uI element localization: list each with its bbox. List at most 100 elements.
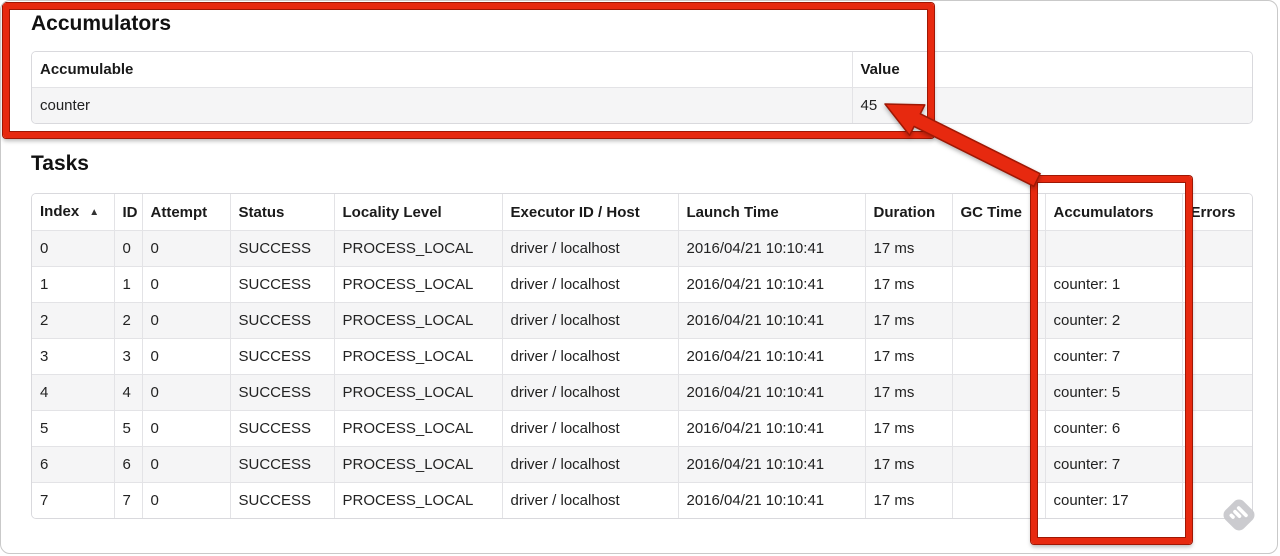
table-cell: counter: 17 [1044,482,1182,518]
column-header-locality-level[interactable]: Locality Level [333,194,502,231]
table-cell: PROCESS_LOCAL [333,374,502,411]
table-cell: SUCCESS [229,446,334,483]
column-header-status[interactable]: Status [229,194,334,231]
table-cell: 2 [113,302,142,339]
table-cell [951,374,1045,411]
column-header-errors[interactable]: Errors [1181,194,1252,231]
table-cell [1181,446,1252,483]
column-header-label: Accumulators [1053,203,1154,221]
table-cell: 4 [113,374,142,411]
table-row: 7 7 0 SUCCESS PROCESS_LOCAL driver / localhos… [32,482,1252,518]
table-cell: 6 [32,446,114,483]
table-cell: driver / localhost [501,410,678,447]
column-header-attempt[interactable]: Attempt [141,194,230,231]
table-cell: 17 ms [864,446,952,483]
column-header-accumulators[interactable]: Accumulators [1044,194,1182,231]
column-header-label: Status [238,203,285,221]
table-cell: SUCCESS [229,482,334,518]
table-cell: 1 [32,266,114,303]
table-cell: 7 [32,482,114,518]
table-cell [951,410,1045,447]
column-header-index[interactable]: Index ▲ [32,194,114,231]
table-cell: 5 [113,410,142,447]
table-cell: SUCCESS [229,338,334,375]
tasks-section-heading: Tasks [31,152,89,175]
table-cell: SUCCESS [229,410,334,447]
table-cell: counter: 2 [1044,302,1182,339]
accumulators-header-row: Accumulable Value [32,52,1252,88]
table-cell: counter: 7 [1044,338,1182,375]
table-cell [951,338,1045,375]
table-cell: counter: 7 [1044,446,1182,483]
table-cell: 3 [113,338,142,375]
table-cell: SUCCESS [229,230,334,267]
table-cell: PROCESS_LOCAL [333,410,502,447]
table-cell: 17 ms [864,230,952,267]
column-header-executor-id-host[interactable]: Executor ID / Host [501,194,678,231]
spark-ui-stage-page: Accumulators Accumulable Value counter 45 … [0,0,1278,554]
table-cell: driver / localhost [501,338,678,375]
table-cell [951,266,1045,303]
table-cell: driver / localhost [501,302,678,339]
table-cell: counter [32,87,852,123]
table-row: 6 6 0 SUCCESS PROCESS_LOCAL driver / localhos… [32,446,1252,483]
table-cell: 0 [141,302,230,339]
table-cell: 45 [851,87,1252,123]
table-cell: 0 [141,230,230,267]
table-cell [951,230,1045,267]
table-cell: 2016/04/21 10:10:41 [677,446,865,483]
table-cell: 0 [32,230,114,267]
column-header-duration[interactable]: Duration [864,194,952,231]
table-cell [1181,302,1252,339]
column-header-label: Duration [873,203,936,221]
column-header-gc-time[interactable]: GC Time [951,194,1045,231]
column-header-label: Attempt [150,203,208,221]
table-cell: 17 ms [864,338,952,375]
table-cell: 2016/04/21 10:10:41 [677,230,865,267]
table-cell: 0 [141,410,230,447]
table-cell: 7 [113,482,142,518]
column-header-label: Index [40,203,80,220]
column-header-launch-time[interactable]: Launch Time [677,194,865,231]
table-cell: 2016/04/21 10:10:41 [677,410,865,447]
column-header-label: ID [122,203,138,221]
table-row: 4 4 0 SUCCESS PROCESS_LOCAL driver / localhos… [32,374,1252,411]
sort-ascending-icon: ▲ [89,207,100,218]
table-cell [1181,374,1252,411]
table-cell: 6 [113,446,142,483]
table-row: 3 3 0 SUCCESS PROCESS_LOCAL driver / localhos… [32,338,1252,375]
table-row: 0 0 0 SUCCESS PROCESS_LOCAL driver / localhos… [32,230,1252,267]
tasks-header-row: Index ▲ ID Attempt Status Locality Level Execu… [32,194,1252,231]
table-row: 5 5 0 SUCCESS PROCESS_LOCAL driver / localhos… [32,410,1252,447]
table-cell: driver / localhost [501,446,678,483]
page-content: Accumulators Accumulable Value counter 45 … [1,1,1277,519]
table-cell: PROCESS_LOCAL [333,266,502,303]
table-cell: 0 [141,374,230,411]
tasks-table-wrapper: Index ▲ ID Attempt Status Locality Level Execu… [31,193,1253,519]
table-cell: 2016/04/21 10:10:41 [677,302,865,339]
table-cell: 0 [141,338,230,375]
table-cell: 2016/04/21 10:10:41 [677,374,865,411]
column-header-label: Locality Level [342,203,442,221]
table-cell: PROCESS_LOCAL [333,302,502,339]
table-cell [951,482,1045,518]
table-row: counter 45 [32,87,1252,123]
table-cell: driver / localhost [501,482,678,518]
table-cell [1181,230,1252,267]
table-row: 1 1 0 SUCCESS PROCESS_LOCAL driver / localhos… [32,266,1252,303]
table-cell: 2016/04/21 10:10:41 [677,338,865,375]
accumulators-section-heading: Accumulators [31,12,172,35]
table-cell: driver / localhost [501,266,678,303]
table-cell: 3 [32,338,114,375]
table-cell: driver / localhost [501,374,678,411]
table-cell: 17 ms [864,374,952,411]
table-cell: 1 [113,266,142,303]
table-cell: 2 [32,302,114,339]
table-cell: 0 [113,230,142,267]
accumulators-table-wrapper: Accumulable Value counter 45 [31,51,1253,124]
table-cell: counter: 5 [1044,374,1182,411]
table-cell: 2016/04/21 10:10:41 [677,482,865,518]
table-cell: 4 [32,374,114,411]
column-header-id[interactable]: ID [113,194,142,231]
column-header-label: Errors [1190,203,1236,221]
